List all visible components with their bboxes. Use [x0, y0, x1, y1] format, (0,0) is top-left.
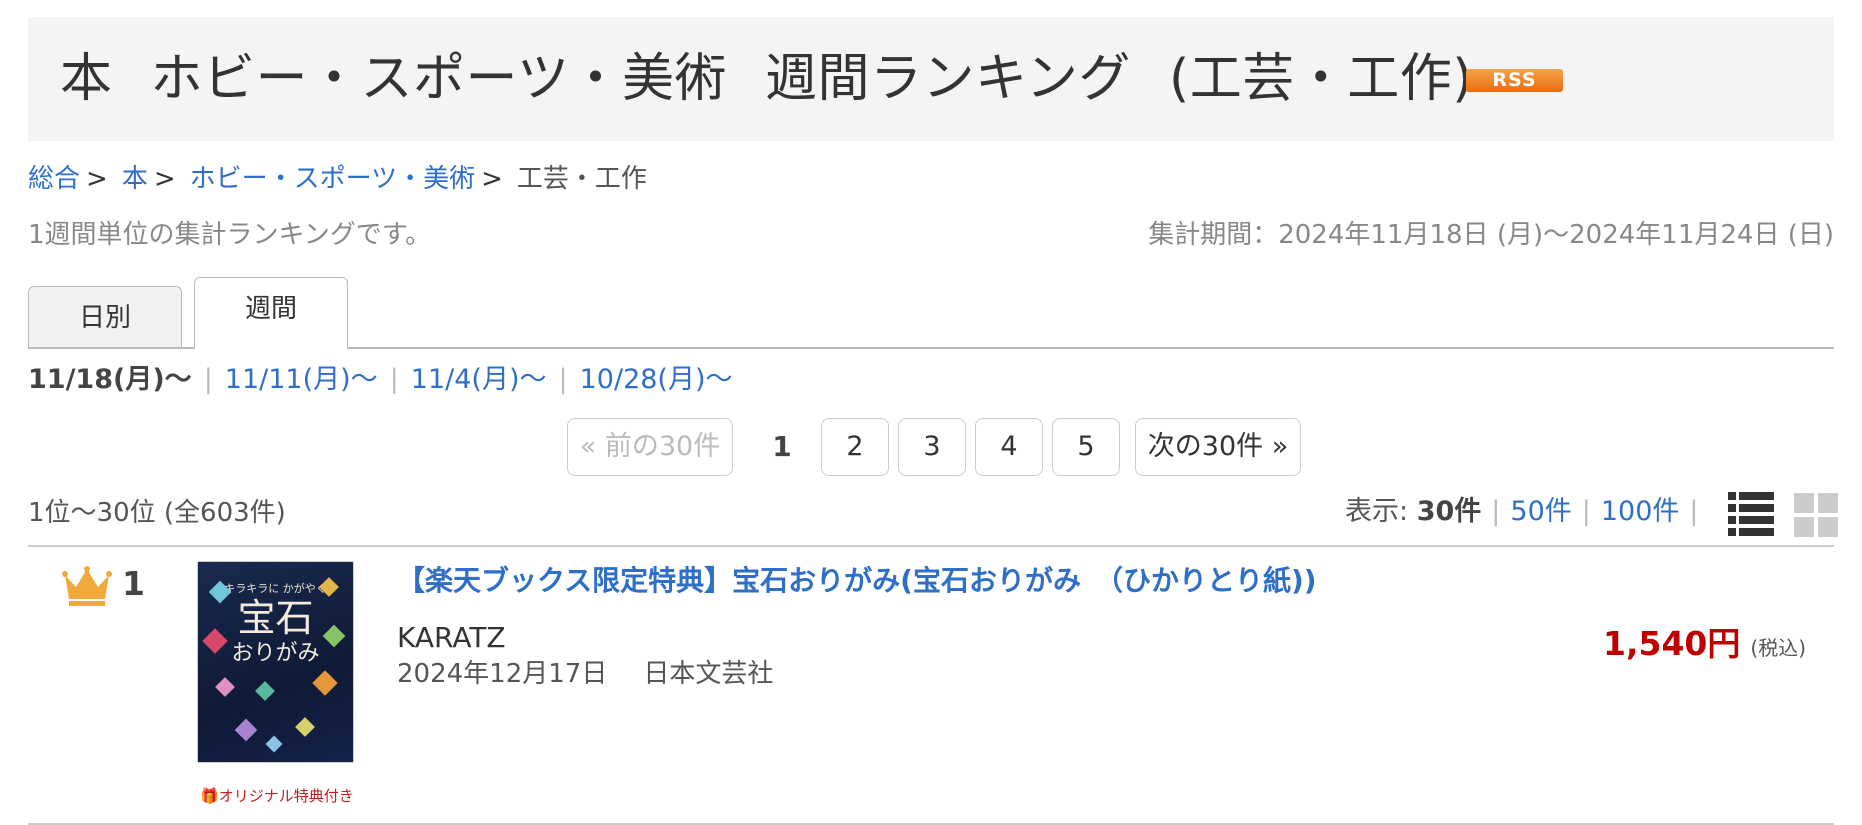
ranking-period: 集計期間：2024年11月18日 (月)〜2024年11月24日 (日)	[1148, 220, 1834, 250]
ranking-description: 1週間単位の集計ランキングです。	[28, 220, 432, 250]
page-header: 本ホビー・スポーツ・美術 週間ランキング (工芸・工作) RSS	[28, 17, 1834, 141]
rank-number: 1	[122, 564, 145, 603]
page-button[interactable]: 3	[898, 418, 966, 476]
week-selector: 11/18(月)〜 | 11/11(月)〜 | 11/4(月)〜 | 10/28(月)〜	[28, 364, 733, 395]
item-author: KARATZ	[397, 621, 506, 654]
title-part-subgenre: (工芸・工作)	[1168, 49, 1474, 109]
breadcrumb-link-books[interactable]: 本	[122, 164, 148, 194]
title-part-genre: ホビー・スポーツ・美術	[150, 49, 727, 109]
next-page-button[interactable]: 次の30件 »	[1135, 418, 1301, 476]
breadcrumb-current: 工芸・工作	[516, 164, 647, 194]
display-count-selector: 表示: 30件 | 50件 | 100件 |	[1345, 496, 1699, 527]
list-view-icon[interactable]	[1728, 491, 1774, 537]
price-tax-note: (税込)	[1750, 636, 1806, 660]
page-button[interactable]: 4	[975, 418, 1043, 476]
breadcrumb-link-hobby[interactable]: ホビー・スポーツ・美術	[190, 164, 475, 194]
display-option-50[interactable]: 50件	[1510, 496, 1571, 527]
item-release-date: 2024年12月17日	[397, 659, 608, 689]
item-title-link[interactable]: 【楽天ブックス限定特典】宝石おりがみ(宝石おりがみ （ひかりとり紙))	[397, 562, 1317, 600]
display-option-100[interactable]: 100件	[1601, 496, 1680, 527]
tab-weekly[interactable]: 週間	[194, 277, 348, 351]
item-price: 1,540円 (税込)	[1603, 622, 1806, 666]
result-count: 1位〜30位 (全603件)	[28, 498, 286, 528]
current-page: 1	[772, 430, 792, 463]
breadcrumb-link-overall[interactable]: 総合	[28, 164, 80, 194]
week-link[interactable]: 10/28(月)〜	[580, 364, 733, 395]
breadcrumb: 総合 > 本 > ホビー・スポーツ・美術 > 工芸・工作	[28, 162, 647, 196]
bonus-badge: 🎁オリジナル特典付き	[200, 786, 354, 806]
breadcrumb-separator: >	[481, 164, 503, 194]
title-part-ranking: 週間ランキング	[764, 49, 1131, 109]
week-link[interactable]: 11/4(月)〜	[411, 364, 547, 395]
item-publisher: 日本文芸社	[643, 659, 774, 689]
list-divider	[28, 545, 1834, 547]
prev-page-button: « 前の30件	[567, 418, 733, 476]
week-current: 11/18(月)〜	[28, 364, 192, 395]
tab-daily[interactable]: 日別	[28, 286, 182, 348]
grid-view-icon[interactable]	[1794, 493, 1838, 537]
book-cover-image[interactable]: キラキラに かがやく 宝石 おりがみ	[198, 562, 353, 762]
price-amount: 1,540円	[1603, 624, 1741, 663]
title-part-category: 本	[60, 49, 113, 109]
gift-icon: 🎁	[200, 787, 219, 805]
week-link[interactable]: 11/11(月)〜	[225, 364, 378, 395]
bonus-label: オリジナル特典付き	[218, 787, 354, 805]
page-button[interactable]: 2	[821, 418, 889, 476]
breadcrumb-separator: >	[153, 164, 176, 194]
page-title: 本ホビー・スポーツ・美術 週間ランキング (工芸・工作)	[60, 49, 1473, 109]
list-divider	[28, 823, 1834, 825]
display-label: 表示:	[1345, 496, 1409, 527]
breadcrumb-separator: >	[86, 164, 108, 194]
crown-icon	[62, 566, 112, 606]
page-button[interactable]: 5	[1052, 418, 1120, 476]
item-meta: 2024年12月17日 日本文芸社	[397, 656, 773, 692]
display-current: 30件	[1416, 496, 1482, 527]
rss-button[interactable]: RSS	[1466, 69, 1563, 92]
